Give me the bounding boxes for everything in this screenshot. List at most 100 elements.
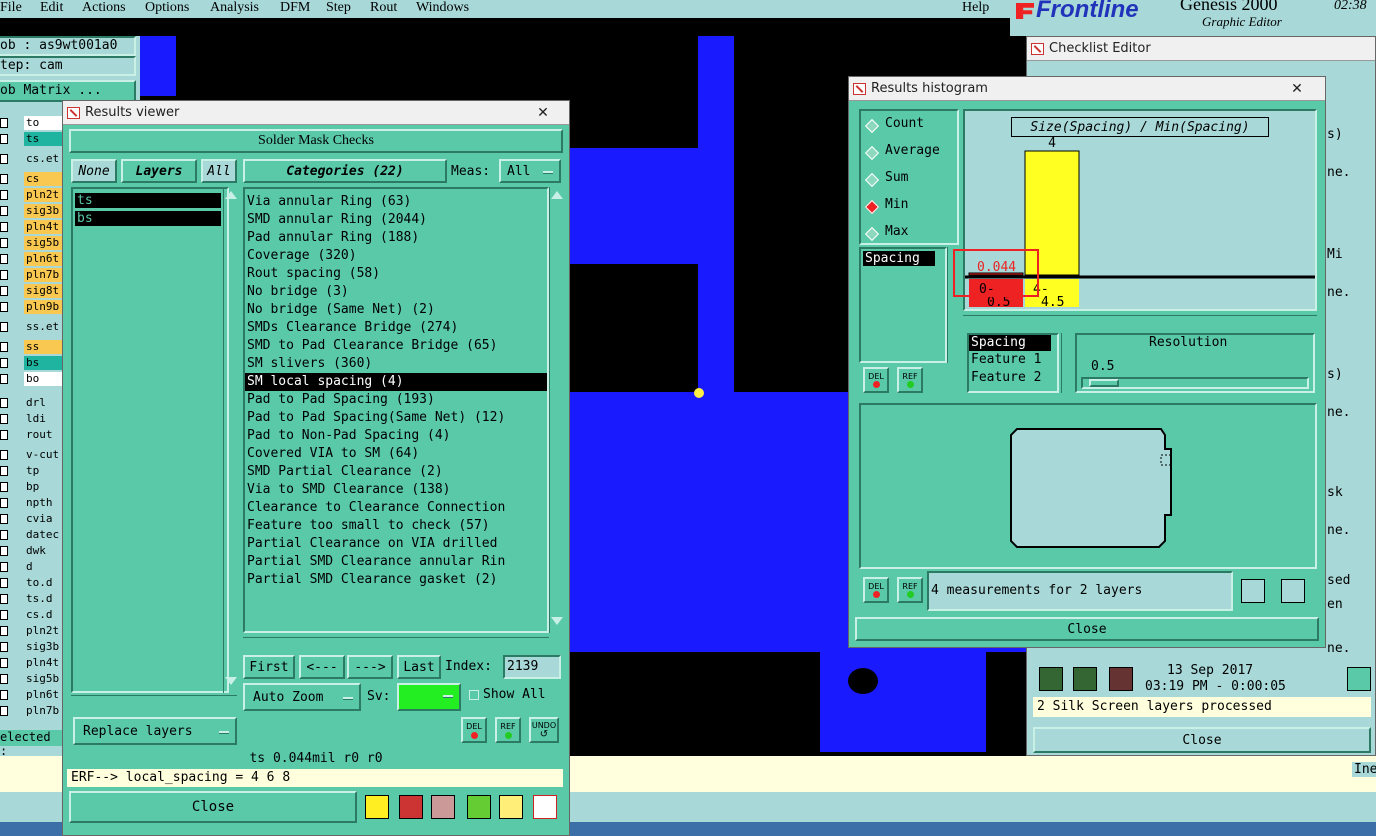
layer-checkbox[interactable] [0,642,8,652]
layer-item[interactable]: sig5b [24,236,62,250]
category-item[interactable]: Pad to Pad Spacing(Same Net) (12) [245,409,547,427]
layer-checkbox[interactable] [0,134,8,144]
attribute-spacing[interactable]: Spacing [863,251,935,266]
feature-scrollbar[interactable] [1061,333,1073,393]
category-item[interactable]: Coverage (320) [245,247,547,265]
layer-checkbox[interactable] [0,430,8,440]
category-item[interactable]: SM local spacing (4) [245,373,547,391]
checklist-close-button[interactable]: Close [1033,727,1371,753]
layer-item[interactable]: pln2t [24,188,62,202]
layer-checkbox[interactable] [0,190,8,200]
ref-button[interactable]: REF [495,717,521,743]
close-button[interactable]: Close [69,791,357,823]
layer-checkbox[interactable] [0,658,8,668]
layer-checkbox[interactable] [0,270,8,280]
all-layers-button[interactable]: All [201,159,237,183]
min-radio[interactable] [864,199,880,215]
feature-1[interactable]: Feature 1 [969,351,1057,369]
attribute-list[interactable]: Spacing [859,247,947,363]
close-icon[interactable]: ✕ [523,104,563,122]
hist-del-button[interactable]: DEL [863,367,889,393]
histogram-icon[interactable] [533,795,557,819]
run-icon[interactable] [1039,667,1063,691]
preview-ref-button[interactable]: REF [897,577,923,603]
menu-analysis[interactable]: Analysis [210,0,280,18]
undo-button[interactable]: UNDO ↺ [529,717,559,743]
del-button[interactable]: DEL [461,717,487,743]
layer-item-bs[interactable]: bs [75,211,221,226]
layer-item[interactable]: pln9b [24,300,62,314]
layer-item[interactable]: sig5b [24,672,62,686]
menu-options[interactable]: Options [145,0,210,18]
show-all-checkbox[interactable] [469,690,479,700]
category-item[interactable]: Rout spacing (58) [245,265,547,283]
scroll-up-icon[interactable] [551,191,563,199]
layer-checkbox[interactable] [0,530,8,540]
layer-item[interactable]: bo [24,372,62,386]
layer-item[interactable]: d [24,560,62,574]
layer-checkbox[interactable] [0,626,8,636]
average-radio[interactable] [864,145,880,161]
layer-checkbox[interactable] [0,322,8,332]
category-item[interactable]: SMDs Clearance Bridge (274) [245,319,547,337]
layer-item[interactable]: cs [24,172,62,186]
hist-ref-button[interactable]: REF [897,367,923,393]
categories-hscrollbar[interactable] [243,637,549,651]
stop-icon[interactable] [1109,667,1133,691]
layer-item[interactable]: datec [24,528,62,542]
first-button[interactable]: First [243,655,295,679]
layer-item[interactable]: pln6t [24,252,62,266]
layer-item[interactable]: tp [24,464,62,478]
category-item[interactable]: No bridge (Same Net) (2) [245,301,547,319]
layer-item[interactable]: ldi [24,412,62,426]
menu-file[interactable]: File [0,0,40,18]
layer-item[interactable]: pln2t [24,624,62,638]
feature-2[interactable]: Feature 2 [969,369,1057,387]
results-viewer-titlebar[interactable]: Results viewer ✕ [63,101,569,125]
layer-checkbox[interactable] [0,398,8,408]
count-radio[interactable] [864,118,880,134]
layer-checkbox[interactable] [0,206,8,216]
layer-checkbox[interactable] [0,286,8,296]
categories-list[interactable]: Via annular Ring (63) SMD annular Ring (2… [243,187,549,633]
histogram-close-button[interactable]: Close [855,617,1319,641]
layer-item[interactable]: cvia [24,512,62,526]
category-item[interactable]: No bridge (3) [245,283,547,301]
layer-checkbox[interactable] [0,498,8,508]
slider-thumb[interactable] [1089,379,1119,387]
layer-item[interactable]: sig8t [24,284,62,298]
layer-item[interactable]: to.d [24,576,62,590]
layers-hscrollbar[interactable] [71,695,237,709]
layer-checkbox[interactable] [0,450,8,460]
layer-checkbox[interactable] [0,342,8,352]
scroll-down-icon[interactable] [551,617,563,625]
close-icon[interactable]: ✕ [1277,80,1317,98]
category-item[interactable]: SMD annular Ring (2044) [245,211,547,229]
layer-item[interactable]: npth [24,496,62,510]
layer-checkbox[interactable] [0,174,8,184]
layer-item[interactable]: cs.d [24,608,62,622]
layer-checkbox[interactable] [0,482,8,492]
layer-item[interactable]: sig3b [24,640,62,654]
menu-rout[interactable]: Rout [370,0,416,18]
hide-icon[interactable] [431,795,455,819]
meas-select[interactable]: All [499,159,561,183]
layer-checkbox[interactable] [0,674,8,684]
layer-checkbox[interactable] [0,578,8,588]
menu-dfm[interactable]: DFM [280,0,326,18]
menu-step[interactable]: Step [326,0,370,18]
measure-icon[interactable] [365,795,389,819]
chart-hscrollbar[interactable] [963,315,1317,329]
index-input[interactable]: 2139 [503,655,561,679]
layer-checkbox[interactable] [0,374,8,384]
layer-item[interactable]: pln4t [24,220,62,234]
feature-spacing[interactable]: Spacing [969,335,1051,351]
category-item[interactable]: Pad annular Ring (188) [245,229,547,247]
auto-zoom-select[interactable]: Auto Zoom [243,683,361,711]
layer-item[interactable]: sig3b [24,204,62,218]
layer-item[interactable]: ts.d [24,592,62,606]
category-item[interactable]: Via annular Ring (63) [245,193,547,211]
category-item[interactable]: Covered VIA to SM (64) [245,445,547,463]
layer-checkbox[interactable] [0,118,8,128]
import-icon[interactable] [1281,579,1305,603]
